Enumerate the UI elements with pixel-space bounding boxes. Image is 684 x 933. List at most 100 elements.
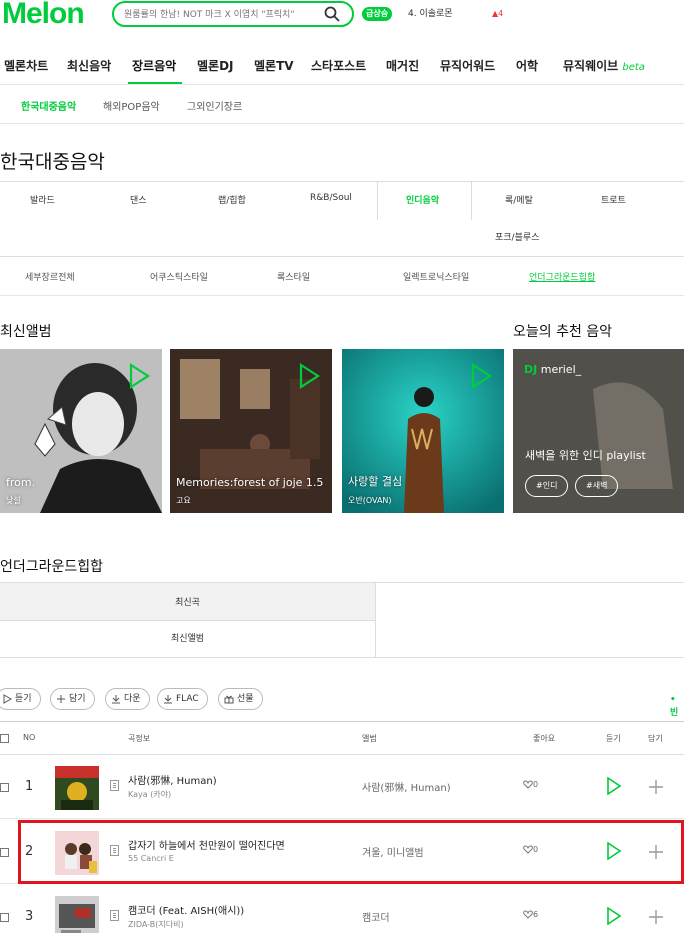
play-icon[interactable] [606,907,622,925]
tag-dawn[interactable]: #새벽 [575,475,619,497]
tab-latest-songs[interactable]: 최신곡 [0,595,375,608]
album-artist[interactable]: 고요 [176,495,191,506]
subgenre-acoustic[interactable]: 어쿠스틱스타일 [150,270,208,283]
genre-indie[interactable]: 인디음악 [406,193,439,206]
dj-name: meriel_ [540,363,582,376]
genre-rnb[interactable]: R&B/Soul [310,193,352,203]
section-title-underground: 언더그라운드힙합 [0,559,104,575]
album-title[interactable]: from. [6,476,35,489]
tab-latest-albums[interactable]: 최신앨범 [0,631,375,644]
nav-starpost[interactable]: 스타포스트 [311,57,366,74]
search-icon[interactable] [324,6,340,22]
song-info-icon[interactable] [110,910,119,921]
row-checkbox[interactable] [0,848,9,857]
subgenre-underground-hiphop[interactable]: 언더그라운드힙합 [529,270,595,283]
album-artist[interactable]: 오반(OVAN) [348,495,392,506]
like-button[interactable]: 0 [523,780,538,789]
page-title: 한국대중음악 [0,151,105,173]
like-button[interactable]: 6 [523,910,538,919]
search-input[interactable] [124,6,319,23]
nav-musicwave[interactable]: 뮤직웨이브 beta [563,57,645,74]
row-checkbox[interactable] [0,783,9,792]
genre-dance[interactable]: 댄스 [130,193,147,206]
song-album[interactable]: 캠코더 [362,909,390,924]
nav-latest[interactable]: 최신음악 [67,57,111,74]
genre-folk[interactable]: 포크/블루스 [495,230,539,243]
album-thumbnail-image [55,766,99,810]
flac-button[interactable]: FLAC [157,688,208,710]
genre-ballad[interactable]: 발라드 [30,193,55,206]
song-artist[interactable]: ZIDA-B(지다비) [128,919,184,930]
song-artist[interactable]: Kaya (카야) [128,789,171,800]
listen-button[interactable]: 듣기 [0,688,41,710]
tab-empty-cell [375,582,684,658]
album-artist[interactable]: 낮설 [6,495,21,506]
gift-button[interactable]: 선물 [218,688,263,710]
album-card[interactable]: 사랑할 결심 오반(OVAN) [342,349,504,513]
col-add: 담기 [648,734,663,743]
album-title[interactable]: Memories:forest of joje 1.5 [176,476,323,489]
genre-trot[interactable]: 트로트 [601,193,626,206]
genre-rock[interactable]: 록/메탈 [505,193,533,206]
dj-label[interactable]: DJ meriel_ [524,363,581,376]
subgenre-all[interactable]: 세부장르전체 [25,270,75,283]
tag-indie[interactable]: #인디 [525,475,569,497]
song-artist[interactable]: 55 Cancri E [128,854,174,863]
subnav-pop[interactable]: 해외POP음악 [103,98,160,113]
song-title[interactable]: 갑자기 하늘에서 천만원이 떨어진다면 [128,837,285,852]
song-title[interactable]: 캠코더 (Feat. AISH(애시)) [128,902,244,917]
nav-language[interactable]: 어학 [516,57,538,74]
like-button[interactable]: 0 [523,845,538,854]
nav-tv[interactable]: 멜론TV [254,57,294,74]
melon-logo[interactable]: Melon [2,0,85,29]
play-icon[interactable] [606,842,622,860]
genre-hiphop[interactable]: 랩/힙합 [218,193,246,206]
download-button[interactable]: 다운 [105,688,150,710]
play-icon[interactable] [606,777,622,795]
subgenre-electronic[interactable]: 일렉트로닉스타일 [403,270,469,283]
play-icon[interactable] [470,363,492,389]
play-icon[interactable] [298,363,320,389]
nav-award[interactable]: 뮤직어워드 [440,57,495,74]
album-thumbnail[interactable] [55,766,99,810]
right-marker[interactable]: • 빈 [670,695,684,718]
song-info-icon[interactable] [110,780,119,791]
active-nav-underline [128,82,182,84]
song-title[interactable]: 사람(邪惏, Human) [128,772,217,787]
song-album[interactable]: 사람(邪惏, Human) [362,779,451,794]
album-thumbnail-image [55,896,99,933]
subnav-other[interactable]: 그외인기장르 [187,98,242,113]
subgenre-rock[interactable]: 록스타일 [277,270,310,283]
album-card[interactable]: Memories:forest of joje 1.5 고요 [170,349,332,513]
nav-musicwave-label: 뮤직웨이브 [563,59,619,73]
nav-genre[interactable]: 장르음악 [132,57,176,74]
album-card[interactable]: from. 낮설 [0,349,162,513]
add-label: 담기 [69,694,86,704]
realtime-rank-text[interactable]: 4. 이솔로몬 [408,7,453,21]
song-info-icon[interactable] [110,845,119,856]
row-checkbox[interactable] [0,913,9,922]
rank-number: 2 [25,844,34,859]
album-thumbnail[interactable] [55,831,99,875]
album-title[interactable]: 사랑할 결심 [348,473,402,489]
dj-mark: DJ [524,363,538,376]
subgenre-selector: 세부장르전체 어쿠스틱스타일 록스타일 일렉트로닉스타일 언더그라운드힙합 [0,258,684,296]
add-button[interactable]: 담기 [50,688,95,710]
recommend-playlist-card[interactable]: DJ meriel_ 새벽을 위한 인디 playlist #인디 #새벽 [513,349,684,513]
plus-icon[interactable] [648,909,664,925]
album-thumbnail[interactable] [55,896,99,933]
plus-icon[interactable] [648,779,664,795]
download-icon [112,695,120,704]
search-box[interactable] [112,1,354,27]
plus-icon[interactable] [648,844,664,860]
nav-chart[interactable]: 멜론차트 [4,57,48,74]
play-icon[interactable] [128,363,150,389]
playlist-title[interactable]: 새벽을 위한 인디 playlist [525,447,646,463]
rank-number: 3 [25,909,34,924]
subnav-korean[interactable]: 한국대중음악 [21,98,76,113]
nav-dj[interactable]: 멜론DJ [197,57,234,74]
song-album[interactable]: 겨울, 미니앨범 [362,844,424,859]
nav-magazine[interactable]: 매거진 [386,57,419,74]
select-all-checkbox[interactable] [0,734,9,743]
listen-label: 듣기 [15,694,32,704]
